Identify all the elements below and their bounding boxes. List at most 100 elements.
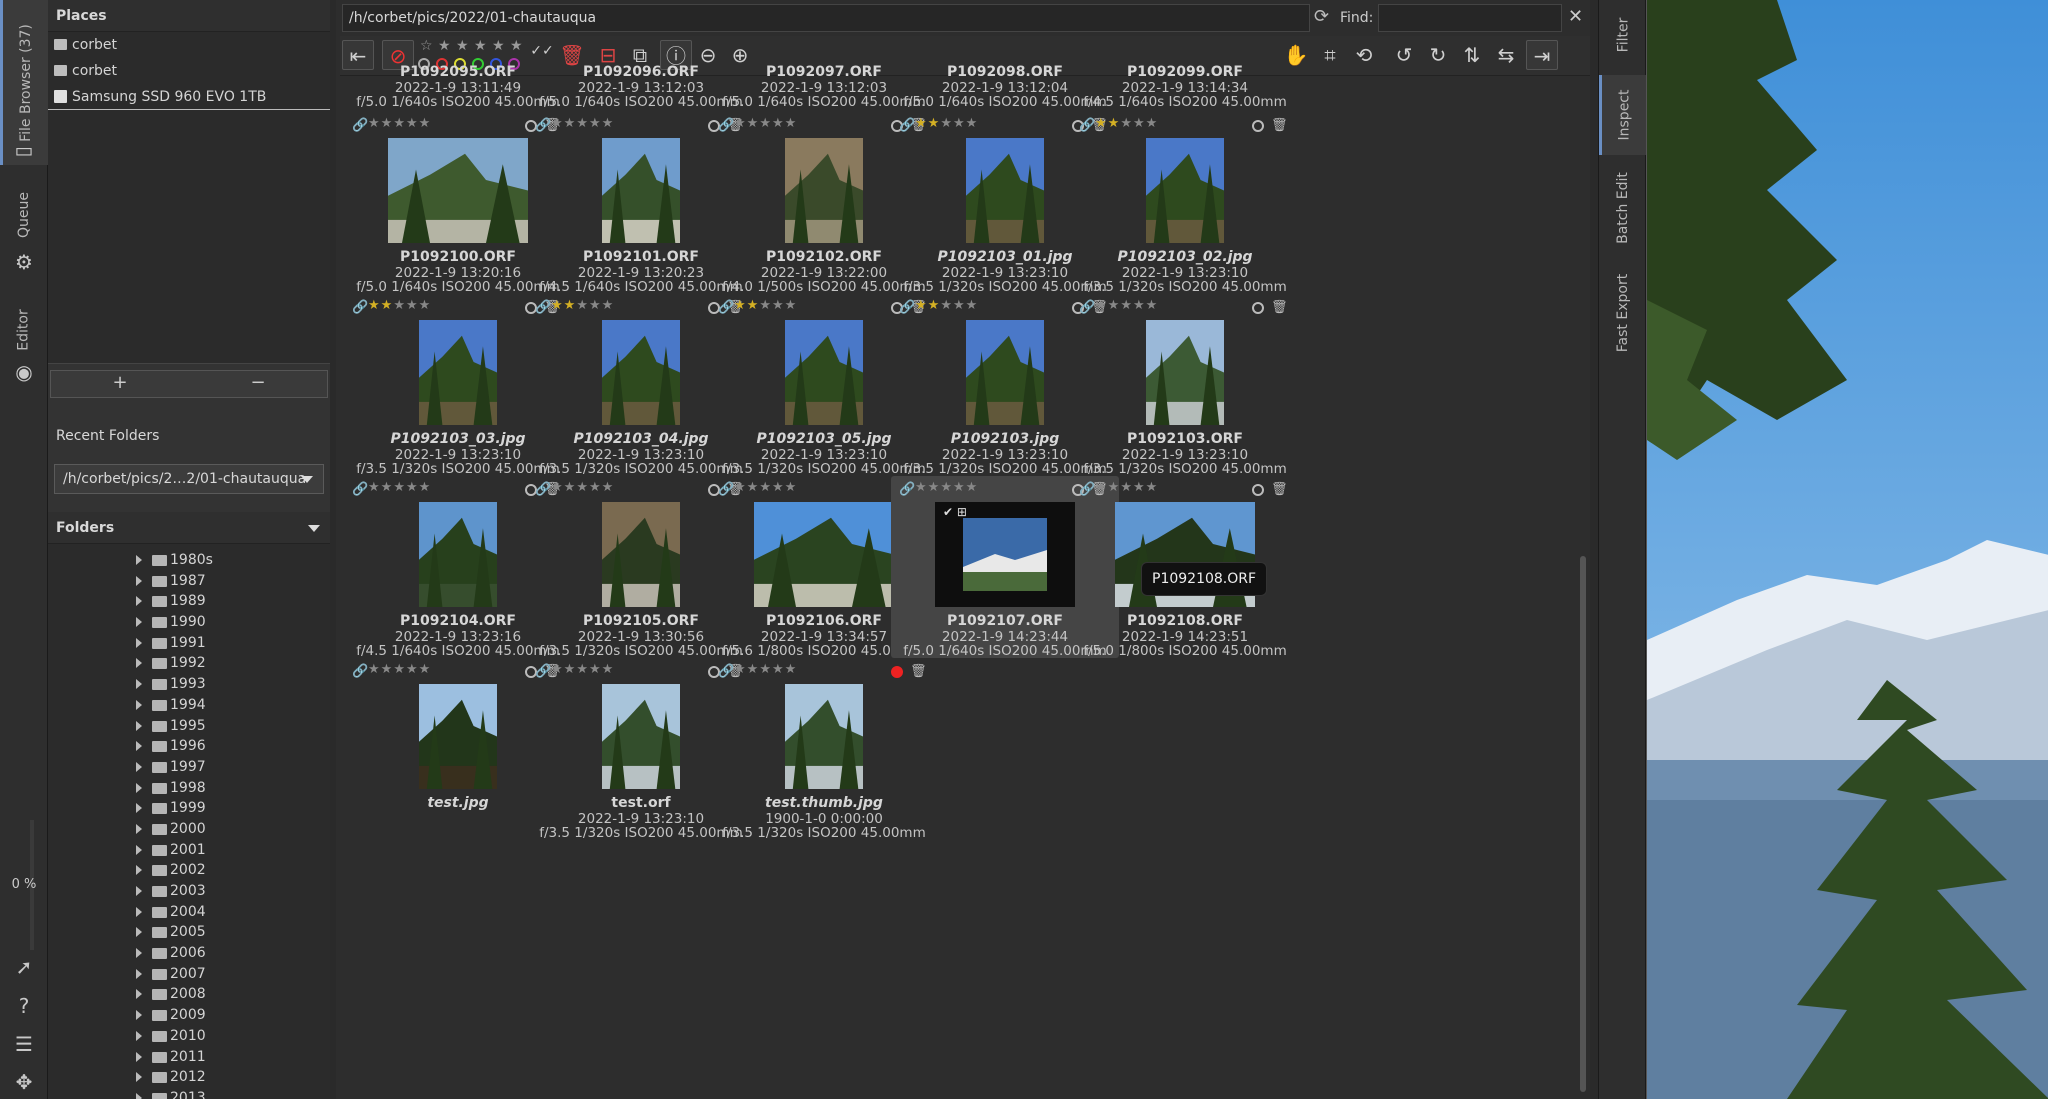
toggle-right-panel-icon[interactable]: ⇥ [1526,40,1558,70]
find-input[interactable] [1378,4,1562,32]
tab-batch-edit[interactable]: Batch Edit [1599,165,1647,250]
folder-item[interactable]: 1997 [48,757,330,778]
expander-icon[interactable] [136,679,142,690]
trash-icon[interactable]: 🗑 [910,664,927,679]
folders-header[interactable]: Folders [48,512,330,544]
expander-icon[interactable] [136,886,142,896]
fullscreen-icon[interactable]: ✥ [12,1070,36,1094]
expander-icon[interactable] [136,596,142,607]
thumbnail-image[interactable] [754,502,894,607]
expander-icon[interactable] [136,865,142,876]
expander-icon[interactable] [136,823,142,834]
thumbnail-image[interactable] [388,138,528,243]
filter-star-2-icon[interactable]: ★ [456,38,469,54]
expander-icon[interactable] [136,782,142,793]
filter-star-5-icon[interactable]: ★ [510,38,523,54]
thumbnail-image[interactable] [966,320,1044,425]
folder-item[interactable]: 2011 [48,1047,330,1068]
place-item-ssd[interactable]: Samsung SSD 960 EVO 1TB [48,84,330,110]
expander-icon[interactable] [136,575,142,586]
expander-icon[interactable] [136,555,142,565]
filter-star-1-icon[interactable]: ★ [438,38,451,54]
folder-item[interactable]: 1998 [48,778,330,799]
expander-icon[interactable] [136,1092,142,1099]
thumbnail-image[interactable] [966,138,1044,243]
color-label-icon[interactable] [891,666,903,678]
folder-item[interactable]: 1980s [48,550,330,571]
folder-item[interactable]: 1987 [48,571,330,592]
folder-item[interactable]: 1996 [48,736,330,757]
folder-item[interactable]: 1992 [48,653,330,674]
star-rating[interactable]: ★★★★★ [368,116,431,131]
star-rating[interactable]: ★★★★★ [734,662,797,677]
send-to-editor-icon[interactable]: ➚ [12,955,36,979]
filter-star-3-icon[interactable]: ★ [474,38,487,54]
expander-icon[interactable] [136,1030,142,1041]
rotate-left-icon[interactable]: ↺ [1388,40,1420,70]
color-label-icon[interactable] [1252,302,1264,314]
thumbnail-cell[interactable]: P1092099.ORF 2022-1-9 13:14:34 f/4.5 1/640… [1071,58,1299,116]
star-rating[interactable]: ★★★★★ [1095,116,1158,131]
folder-item[interactable]: 2000 [48,819,330,840]
expander-icon[interactable] [136,720,142,731]
preferences-icon[interactable]: ☰ [12,1032,36,1056]
folder-item[interactable]: 2005 [48,922,330,943]
tab-filter[interactable]: Filter [1599,0,1647,70]
expander-icon[interactable] [136,844,142,855]
star-rating[interactable]: ★★★★★ [551,480,614,495]
folder-item[interactable]: 2009 [48,1005,330,1026]
thumbnail-cell[interactable]: 🔗 ★★★★★ 🗑 P1092103_02.jpg 2022-1-9 13:23:10 f… [1071,112,1299,295]
folder-item[interactable]: 2013 [48,1088,330,1099]
tab-fast-export[interactable]: Fast Export [1599,265,1647,360]
thumbnail-image[interactable] [785,138,863,243]
add-place-button[interactable]: + [51,371,189,397]
thumbnail-cell[interactable]: 🔗 ★★★★★ 🗑 P1092108.ORF 2022-1-9 14:23:51 f/5.… [1071,476,1299,659]
star-rating[interactable]: ★★★★★ [734,298,797,313]
tab-editor[interactable]: Editor [0,295,48,365]
expander-icon[interactable] [136,617,142,628]
expander-icon[interactable] [136,1072,142,1083]
folder-item[interactable]: 2010 [48,1026,330,1047]
remove-place-button[interactable]: − [189,371,327,397]
thumbnail-image[interactable] [602,502,680,607]
expander-icon[interactable] [136,637,142,648]
expander-icon[interactable] [136,948,142,959]
star-rating[interactable]: ★★★★★ [734,116,797,131]
thumbnail-image[interactable] [785,684,863,789]
thumbnail-image[interactable] [1146,320,1224,425]
folder-item[interactable]: 1995 [48,716,330,737]
trash-icon[interactable]: 🗑 [1271,118,1288,133]
expander-icon[interactable] [136,741,142,752]
star-rating[interactable]: ★★★★★ [551,662,614,677]
filter-unrated-icon[interactable]: ☆ [420,38,433,54]
place-item-corbet[interactable]: corbet [48,58,330,84]
place-item-home[interactable]: corbet [48,32,330,58]
rotate-right-icon[interactable]: ↻ [1422,40,1454,70]
flip-horizontal-icon[interactable]: ⇆ [1490,40,1522,70]
recent-folders-dropdown[interactable]: /h/corbet/pics/2…2/01-chautauqua [54,464,324,494]
crop-icon[interactable]: ⌗ [1314,40,1346,70]
filter-star-4-icon[interactable]: ★ [492,38,505,54]
folder-item[interactable]: 2007 [48,964,330,985]
expander-icon[interactable] [136,927,142,938]
folder-item[interactable]: 2008 [48,984,330,1005]
help-icon[interactable]: ? [12,994,36,1018]
folder-item[interactable]: 2003 [48,881,330,902]
star-rating[interactable]: ★★★★★ [1095,298,1158,313]
expander-icon[interactable] [136,699,142,710]
star-rating[interactable]: ★★★★★ [915,116,978,131]
star-rating[interactable]: ★★★★★ [368,662,431,677]
folder-item[interactable]: 2006 [48,943,330,964]
star-rating[interactable]: ★★★★★ [551,298,614,313]
folder-item[interactable]: 2002 [48,860,330,881]
expander-icon[interactable] [136,906,142,917]
folder-item[interactable]: 1994 [48,695,330,716]
star-rating[interactable]: ★★★★★ [368,480,431,495]
expander-icon[interactable] [136,1051,142,1062]
thumbnail-cell[interactable]: 🔗 ★★★★★ 🗑 P1092103.ORF 2022-1-9 13:23:10 f/3.… [1071,294,1299,477]
star-rating[interactable]: ★★★★★ [368,298,431,313]
trash-icon[interactable]: 🗑 [1271,482,1288,497]
thumbnail-image[interactable] [1146,138,1224,243]
folder-item[interactable]: 1993 [48,674,330,695]
folder-item[interactable]: 2012 [48,1067,330,1088]
